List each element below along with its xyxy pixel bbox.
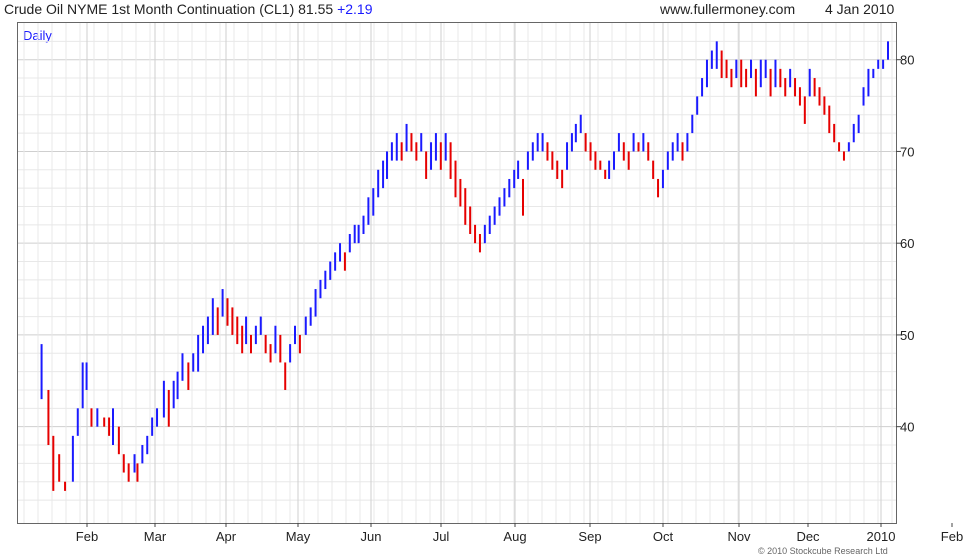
x-tick-label: Feb [941, 529, 963, 544]
y-tick-label: 60 [900, 236, 914, 251]
x-tick-label: Dec [796, 529, 820, 544]
x-tick-label: Aug [503, 529, 526, 544]
x-tick-label: Nov [727, 529, 751, 544]
x-tick-label: Feb [76, 529, 98, 544]
y-tick-label: 70 [900, 144, 914, 159]
y-tick-label: 40 [900, 420, 914, 435]
copyright-footer: © 2010 Stockcube Research Ltd [758, 546, 888, 556]
x-tick-label: Mar [144, 529, 167, 544]
x-tick-label: 2010 [867, 529, 896, 544]
x-tick-label: Jun [361, 529, 382, 544]
price-chart: 40 50 60 70 80 Feb Mar Apr May Jun Jul Aug Sep Oct Nov… [18, 23, 963, 544]
x-tick-label: Apr [216, 529, 237, 544]
x-tick-label: May [286, 529, 311, 544]
y-tick-label: 80 [900, 53, 914, 68]
x-tick-label: Oct [653, 529, 674, 544]
x-tick-label: Jul [433, 529, 450, 544]
x-tick-label: Sep [578, 529, 601, 544]
y-tick-label: 50 [900, 328, 914, 343]
